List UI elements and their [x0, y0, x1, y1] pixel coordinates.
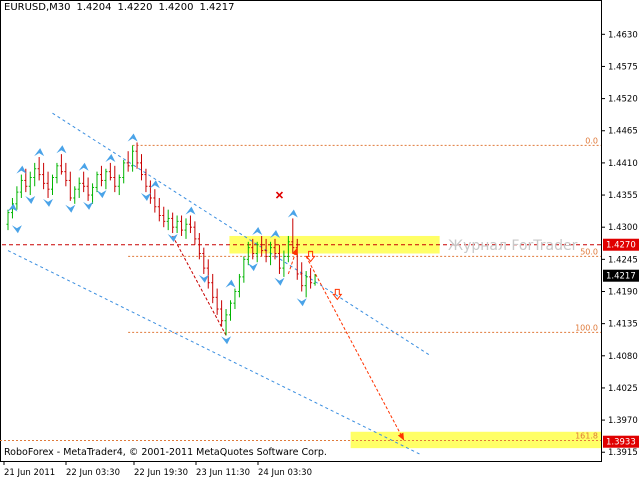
low-value: 1.4200 [158, 2, 194, 13]
price-label-text: 1.3933 [606, 438, 636, 448]
fib-level-label: 50.0 [580, 247, 598, 256]
fib-level-label: 161.8 [575, 432, 598, 441]
y-tick-label: 1.4355 [608, 191, 638, 201]
watermark: Журнал ForTrader [448, 238, 578, 254]
y-tick-label: 1.4245 [608, 255, 638, 265]
target-zone [350, 431, 601, 449]
y-tick-label: 1.4630 [608, 30, 638, 40]
close-value: 1.4217 [199, 2, 235, 13]
x-tick-label: 24 Jun 03:30 [258, 468, 312, 478]
y-tick-label: 1.4520 [608, 95, 638, 105]
x-tick-label: 23 Jun 11:30 [196, 468, 250, 478]
y-tick-label: 1.3915 [608, 448, 638, 458]
y-tick-label: 1.4575 [608, 62, 638, 72]
price-label-text: 1.4270 [606, 241, 636, 251]
y-tick-label: 1.4465 [608, 127, 638, 137]
x-tick-label: 22 Jun 19:30 [134, 468, 188, 478]
y-tick-label: 1.4410 [608, 159, 638, 169]
x-tick-label: 22 Jun 03:30 [66, 468, 120, 478]
chart-header: EURUSD,M30 1.4204 1.4220 1.4200 1.4217 [4, 2, 240, 13]
x-tick-label: 21 Jun 2011 [4, 468, 55, 478]
y-tick-label: 1.4080 [608, 352, 638, 362]
y-tick-label: 1.4300 [608, 223, 638, 233]
symbol-label: EURUSD,M30 [4, 2, 71, 13]
price-chart: 0.0 50.0 100.0 161.8 1.4630 1.4575 1.4520 1.44… [0, 0, 639, 478]
copyright-footer: RoboForex - MetaTrader4, © 2001-2011 Met… [4, 447, 327, 458]
high-value: 1.4220 [117, 2, 153, 13]
fib-level-label: 100.0 [575, 323, 598, 332]
open-value: 1.4204 [76, 2, 112, 13]
y-tick-label: 1.4190 [608, 287, 638, 297]
y-tick-label: 1.3970 [608, 416, 638, 426]
y-tick-label: 1.4135 [608, 320, 638, 330]
fib-level-label: 0.0 [585, 136, 598, 145]
chart-frame [0, 0, 602, 462]
price-label-text: 1.4217 [606, 272, 636, 282]
y-tick-label: 1.4025 [608, 384, 638, 394]
